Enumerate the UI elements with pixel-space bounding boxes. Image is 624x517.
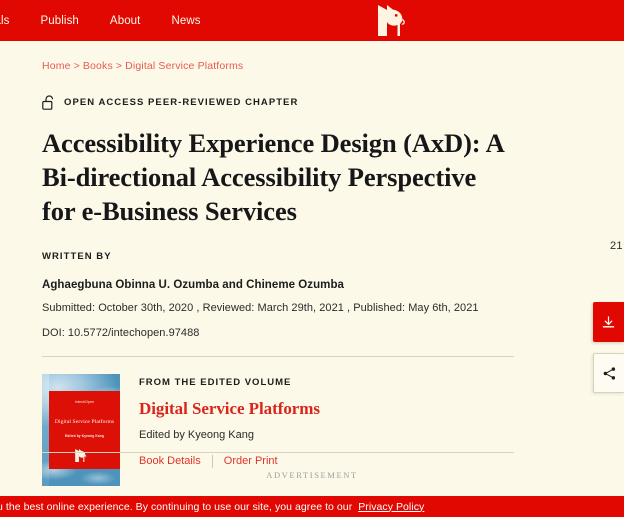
breadcrumb-separator: > [115, 60, 123, 72]
download-button[interactable] [593, 302, 624, 342]
cover-imprint-label: IntechOpen [74, 399, 95, 404]
volume-info: FROM THE EDITED VOLUME Digital Service P… [139, 374, 320, 486]
open-access-badge-label: OPEN ACCESS PEER-REVIEWED CHAPTER [64, 97, 299, 108]
breadcrumb-item-home[interactable]: Home [42, 60, 71, 72]
open-padlock-icon [42, 95, 54, 110]
advertisement-label: ADVERTISEMENT [266, 470, 358, 480]
cover-spine [42, 373, 49, 486]
download-icon [602, 315, 615, 328]
doi-text: DOI: 10.5772/intechopen.97488 [42, 326, 200, 339]
publication-dates: Submitted: October 30th, 2020 , Reviewed… [42, 301, 479, 314]
chapter-metrics-counter: 21 [610, 240, 623, 252]
nav-item-news[interactable]: News [171, 15, 200, 27]
site-header: nals Publish About News [0, 0, 624, 41]
volume-title-link[interactable]: Digital Service Platforms [139, 399, 320, 419]
edited-volume-section: IntechOpen Digital Service Platforms Edi… [42, 373, 514, 486]
page-root: nals Publish About News Home>Books>Digit… [0, 0, 624, 517]
cookie-consent-text: u the best online experience. By continu… [0, 501, 424, 513]
nav-item-publish[interactable]: Publish [41, 15, 79, 27]
nav-item-about[interactable]: About [110, 15, 141, 27]
main-navigation: nals Publish About News [0, 15, 201, 27]
breadcrumb-separator: > [73, 60, 80, 72]
link-separator [211, 454, 213, 468]
order-print-link[interactable]: Order Print [224, 455, 278, 467]
cover-title-label: Digital Service Platforms [54, 418, 115, 425]
book-cover-thumbnail[interactable]: IntechOpen Digital Service Platforms Edi… [42, 373, 120, 486]
intechopen-logo-icon [378, 5, 405, 36]
bottom-divider [42, 452, 514, 453]
intechopen-logo[interactable] [374, 3, 410, 38]
breadcrumb-item-current[interactable]: Digital Service Platforms [125, 60, 243, 72]
volume-editor: Edited by Kyeong Kang [139, 428, 254, 441]
cookie-consent-bar: u the best online experience. By continu… [0, 496, 624, 517]
share-icon [603, 366, 615, 380]
privacy-policy-link[interactable]: Privacy Policy [358, 501, 424, 513]
cover-logo-icon [75, 448, 87, 462]
written-by-label: WRITTEN BY [42, 250, 112, 262]
open-access-badge: OPEN ACCESS PEER-REVIEWED CHAPTER [42, 95, 514, 110]
breadcrumb: Home > Books > Digital Service Platforms [42, 60, 514, 72]
share-button[interactable] [593, 353, 624, 393]
main-content: Home > Books > Digital Service Platforms OPE… [42, 41, 514, 486]
cover-editor-label: Edited by Kyeong Kang [65, 433, 104, 438]
from-edited-volume-label: FROM THE EDITED VOLUME [139, 376, 292, 388]
authors-list: Aghaegbuna Obinna U. Ozumba and Chineme … [42, 278, 344, 291]
section-divider [42, 355, 514, 357]
page-title: Accessibility Experience Design (AxD): A… [42, 128, 504, 226]
nav-item-journals[interactable]: nals [0, 15, 10, 27]
cookie-consent-message: u the best online experience. By continu… [0, 500, 353, 513]
book-details-link[interactable]: Book Details [139, 455, 201, 467]
breadcrumb-item-books[interactable]: Books [83, 60, 113, 72]
side-action-bar [593, 302, 624, 393]
volume-links: Book Details Order Print [139, 454, 320, 468]
